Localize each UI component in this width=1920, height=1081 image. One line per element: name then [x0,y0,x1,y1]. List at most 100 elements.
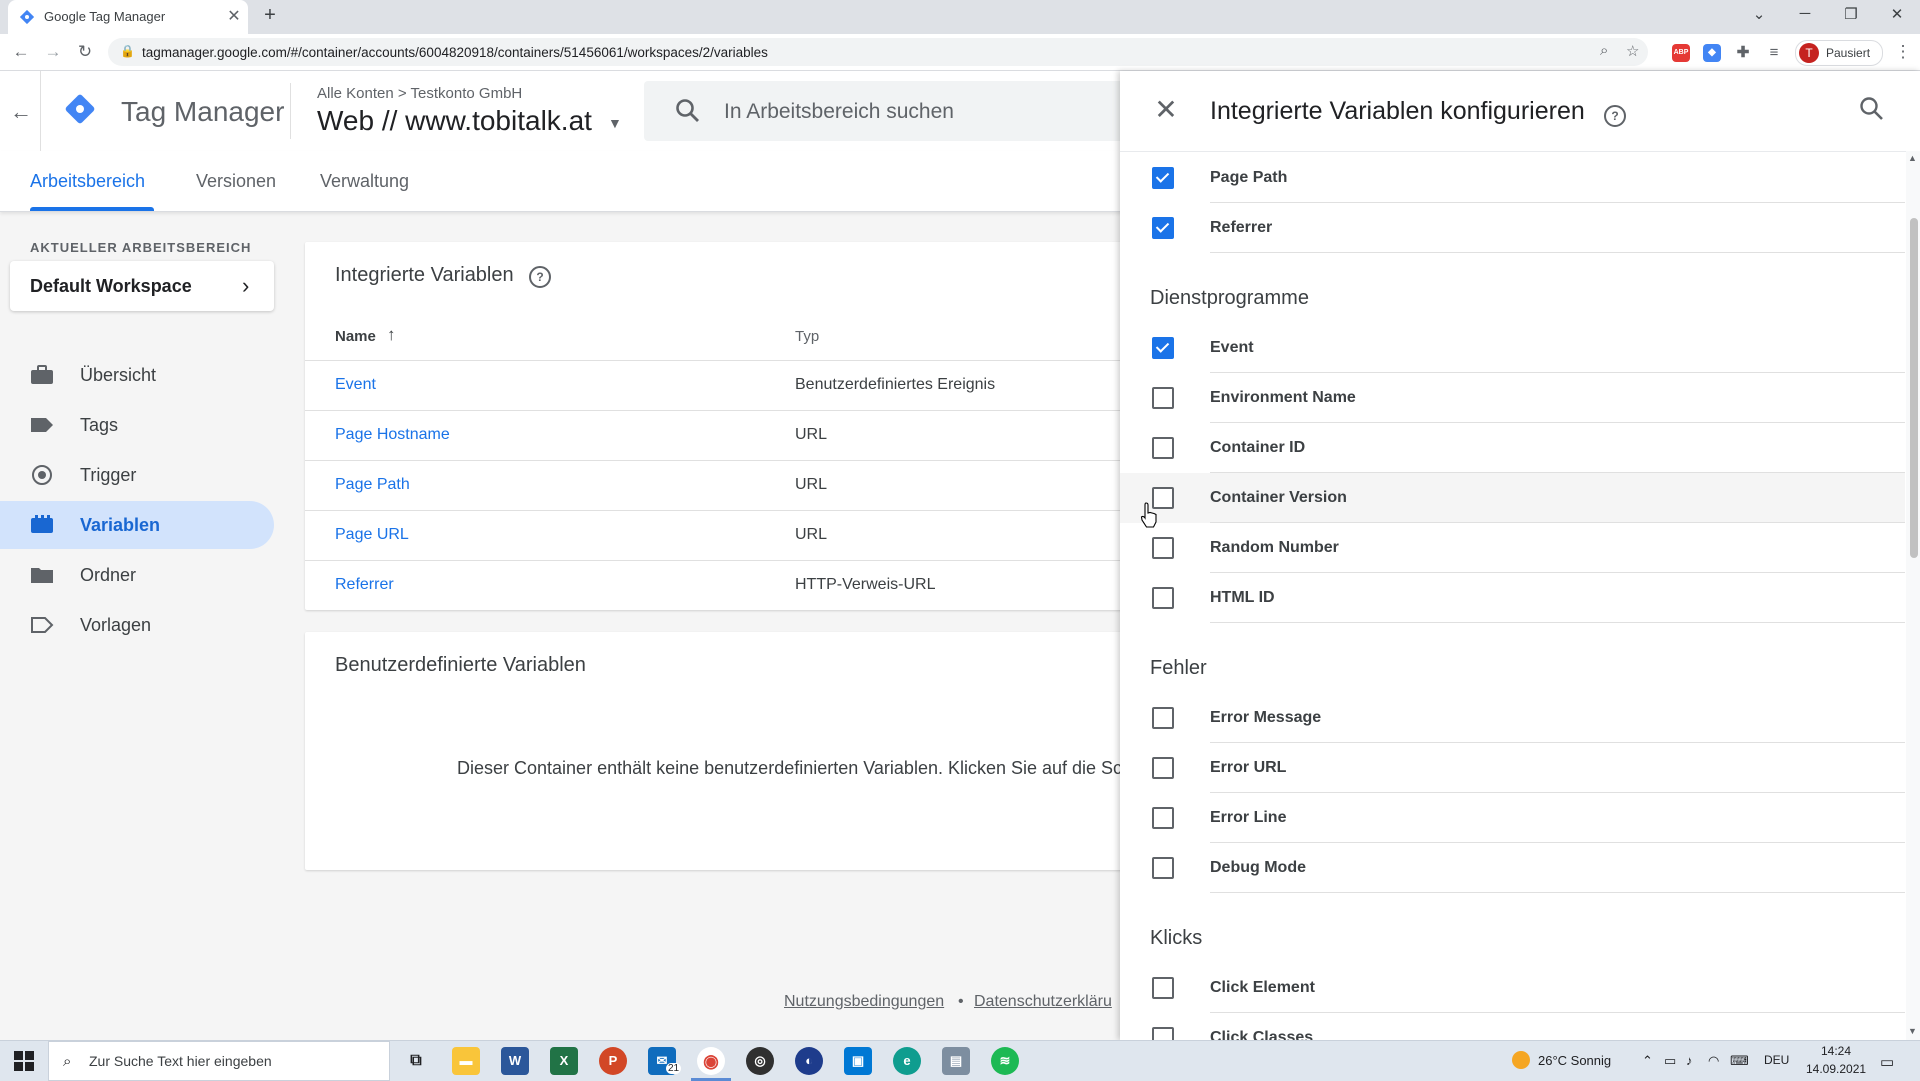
checkbox[interactable] [1152,977,1174,999]
sidebar-item-vorlagen[interactable]: Vorlagen [0,601,274,649]
clock-date[interactable]: 14.09.2021 [1806,1062,1866,1076]
tab-arbeitsbereich[interactable]: Arbeitsbereich [30,171,145,192]
keyboard-icon[interactable]: ⌨ [1730,1053,1749,1069]
close-icon[interactable]: ✕ [1150,93,1182,126]
scroll-up-icon[interactable]: ▲ [1908,153,1917,163]
table-row[interactable]: Page Hostname URL [305,410,1205,461]
container-selector[interactable]: Web // www.tobitalk.at [317,105,592,137]
language-indicator[interactable]: DEU [1764,1053,1789,1067]
sidebar-item-tags[interactable]: Tags [0,401,274,449]
variable-option-environment-name[interactable]: Environment Name [1120,373,1905,423]
table-row[interactable]: Referrer HTTP-Verweis-URL [305,560,1205,611]
variable-option-error-url[interactable]: Error URL [1120,743,1905,793]
variable-option-html-id[interactable]: HTML ID [1120,573,1905,623]
variable-option-event[interactable]: Event [1120,323,1905,373]
restore-icon[interactable]: ❐ [1836,5,1866,23]
sidebar-item-uebersicht[interactable]: Übersicht [0,351,274,399]
tab-search-icon[interactable]: ⌄ [1744,5,1774,23]
variable-option-error-message[interactable]: Error Message [1120,693,1905,743]
variable-name-link[interactable]: Page URL [335,526,409,544]
terms-link[interactable]: Nutzungsbedingungen [784,993,944,1011]
edge-icon[interactable]: e [893,1047,921,1075]
help-icon[interactable]: ? [1604,105,1626,127]
checkbox[interactable] [1152,437,1174,459]
app-icon[interactable]: ◐ [795,1047,823,1075]
variable-option-container-id[interactable]: Container ID [1120,423,1905,473]
reading-list-icon[interactable]: ≡ [1765,44,1783,62]
variable-option-container-version[interactable]: Container Version [1120,473,1905,523]
checkbox-checked[interactable] [1152,217,1174,239]
word-icon[interactable]: W [501,1047,529,1075]
variable-name-link[interactable]: Page Path [335,476,410,494]
zoom-icon[interactable]: ⌕ [1600,42,1608,59]
checkbox-checked[interactable] [1152,337,1174,359]
taskbar-search[interactable]: ⌕ Zur Suche Text hier eingeben [48,1041,390,1081]
taskbar-search-placeholder[interactable]: Zur Suche Text hier eingeben [89,1053,272,1069]
powerpoint-icon[interactable]: P [599,1047,627,1075]
forward-icon[interactable]: → [42,42,64,62]
checkbox[interactable] [1152,537,1174,559]
variable-option-random-number[interactable]: Random Number [1120,523,1905,573]
table-row[interactable]: Event Benutzerdefiniertes Ereignis [305,360,1205,411]
workspace-search[interactable]: In Arbeitsbereich suchen [644,81,1124,141]
back-arrow-icon[interactable]: ← [10,99,32,125]
sidebar-item-ordner[interactable]: Ordner [0,551,274,599]
task-view-icon[interactable]: ⧉ [402,1047,430,1075]
extensions-icon[interactable]: ✚ [1734,44,1752,62]
checkbox[interactable] [1152,387,1174,409]
checkbox-checked[interactable] [1152,167,1174,189]
paint-icon[interactable]: ▣ [844,1047,872,1075]
window-close-icon[interactable]: ✕ [1882,5,1912,23]
adblock-icon[interactable]: ABP [1672,44,1690,62]
network-icon[interactable]: ◠ [1708,1053,1719,1069]
variable-option-page-path[interactable]: Page Path [1120,153,1905,203]
sidebar-item-trigger[interactable]: Trigger [0,451,274,499]
checkbox[interactable] [1152,1027,1174,1040]
variable-option-debug-mode[interactable]: Debug Mode [1120,843,1905,893]
checkbox[interactable] [1152,707,1174,729]
device-icon[interactable]: ▭ [1664,1053,1676,1069]
search-icon[interactable] [1858,95,1886,123]
checkbox[interactable] [1152,757,1174,779]
volume-icon[interactable]: ♪ [1686,1053,1693,1068]
scroll-down-icon[interactable]: ▼ [1908,1026,1917,1036]
scrollbar-thumb[interactable] [1910,218,1918,558]
workspace-selector[interactable]: Default Workspace › [10,261,274,311]
variable-option-error-line[interactable]: Error Line [1120,793,1905,843]
chevron-down-icon[interactable]: ▼ [608,115,622,131]
variable-option-referrer[interactable]: Referrer [1120,203,1905,253]
new-tab-icon[interactable]: + [258,4,282,27]
windows-start-icon[interactable] [14,1051,34,1071]
bookmark-star-icon[interactable]: ☆ [1626,42,1639,60]
weather-sun-icon[interactable] [1512,1051,1530,1069]
variable-option-click-element[interactable]: Click Element [1120,963,1905,1013]
reload-icon[interactable]: ↻ [74,42,96,62]
notifications-icon[interactable]: ▭ [1880,1053,1894,1071]
variable-name-link[interactable]: Event [335,376,376,394]
obs-icon[interactable]: ◎ [746,1047,774,1075]
clock-time[interactable]: 14:24 [1808,1044,1864,1058]
browser-menu-icon[interactable]: ⋮ [1892,42,1914,62]
weather-text[interactable]: 26°C Sonnig [1538,1053,1611,1068]
address-bar[interactable]: 🔒 tagmanager.google.com/#/container/acco… [108,38,1648,66]
checkbox[interactable] [1152,807,1174,829]
variable-name-link[interactable]: Page Hostname [335,426,450,444]
spotify-icon[interactable]: ≋ [991,1047,1019,1075]
table-row[interactable]: Page Path URL [305,460,1205,511]
minimize-icon[interactable]: ─ [1790,5,1820,22]
breadcrumb[interactable]: Alle Konten > Testkonto GmbH [317,85,522,102]
excel-icon[interactable]: X [550,1047,578,1075]
checkbox[interactable] [1152,587,1174,609]
back-icon[interactable]: ← [10,42,32,62]
browser-tab[interactable]: Google Tag Manager ✕ [8,0,248,34]
variable-name-link[interactable]: Referrer [335,576,394,594]
file-explorer-icon[interactable]: ▬ [452,1047,480,1075]
privacy-link[interactable]: Datenschutzerkläru [974,993,1112,1011]
column-header-name[interactable]: Name [335,328,376,345]
tab-verwaltung[interactable]: Verwaltung [320,171,409,192]
help-icon[interactable]: ? [529,266,551,288]
sort-arrow-up-icon[interactable]: ↑ [387,325,396,345]
tray-chevron-up-icon[interactable]: ⌃ [1642,1053,1653,1069]
tab-close-icon[interactable]: ✕ [224,6,244,26]
table-row[interactable]: Page URL URL [305,510,1205,561]
